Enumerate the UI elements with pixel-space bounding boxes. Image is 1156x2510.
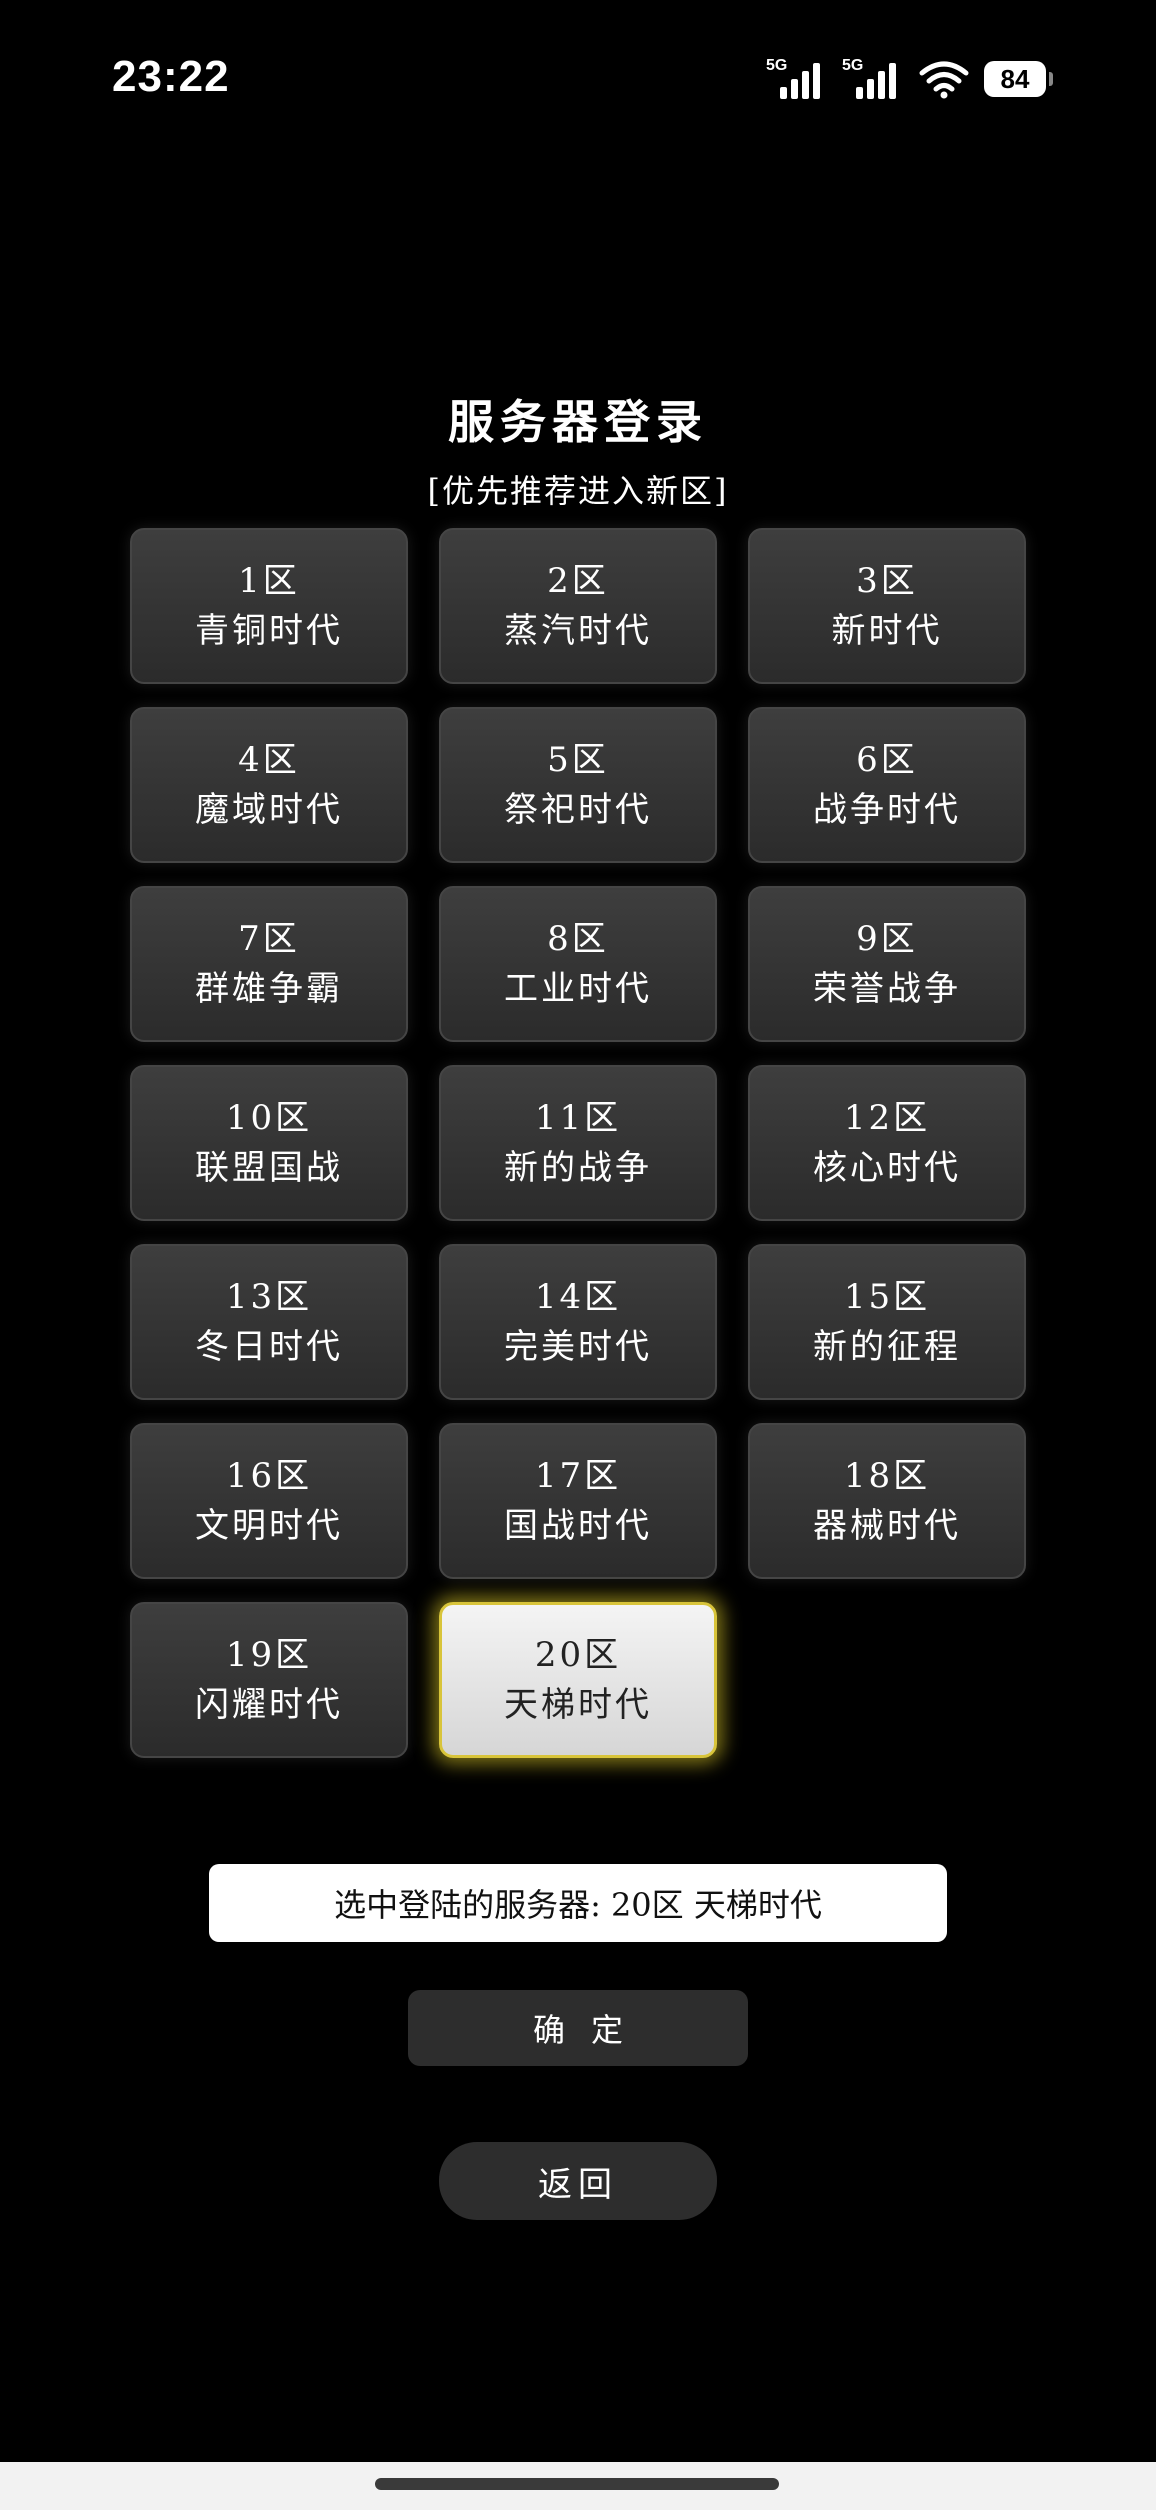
server-button[interactable]: 9区荣誉战争 <box>748 886 1026 1042</box>
server-name: 祭祀时代 <box>504 790 652 830</box>
server-number: 11区 <box>534 1098 622 1138</box>
server-name: 蒸汽时代 <box>504 611 652 651</box>
selected-server-label: 选中登陆的服务器: <box>334 1886 601 1924</box>
server-number: 6区 <box>856 740 918 780</box>
server-button[interactable]: 1区青铜时代 <box>130 528 408 684</box>
server-number: 19区 <box>225 1635 313 1675</box>
server-button[interactable]: 3区新时代 <box>748 528 1026 684</box>
server-button[interactable]: 4区魔域时代 <box>130 707 408 863</box>
server-name: 天梯时代 <box>504 1685 652 1725</box>
server-button[interactable]: 11区新的战争 <box>439 1065 717 1221</box>
server-button[interactable]: 7区群雄争霸 <box>130 886 408 1042</box>
server-number: 15区 <box>843 1277 931 1317</box>
server-button[interactable]: 18区器械时代 <box>748 1423 1026 1579</box>
server-name: 完美时代 <box>504 1327 652 1367</box>
server-number: 18区 <box>843 1456 931 1496</box>
server-number: 2区 <box>547 561 609 601</box>
server-button[interactable]: 19区闪耀时代 <box>130 1602 408 1758</box>
server-button[interactable]: 15区新的征程 <box>748 1244 1026 1400</box>
clock: 23:22 <box>112 52 230 101</box>
status-icons: 5G 5G 84 <box>766 56 1053 102</box>
server-button[interactable]: 17区国战时代 <box>439 1423 717 1579</box>
battery-icon: 84 <box>984 61 1053 97</box>
server-name: 新的征程 <box>813 1327 961 1367</box>
server-button[interactable]: 5区祭祀时代 <box>439 707 717 863</box>
server-number: 14区 <box>534 1277 622 1317</box>
server-name: 冬日时代 <box>195 1327 343 1367</box>
server-name: 器械时代 <box>813 1506 961 1546</box>
server-button[interactable]: 6区战争时代 <box>748 707 1026 863</box>
server-name: 战争时代 <box>813 790 961 830</box>
server-name: 新的战争 <box>504 1148 652 1188</box>
server-button[interactable]: 8区工业时代 <box>439 886 717 1042</box>
server-number: 16区 <box>225 1456 313 1496</box>
server-number: 17区 <box>534 1456 622 1496</box>
server-number: 8区 <box>547 919 609 959</box>
server-name: 青铜时代 <box>195 611 343 651</box>
navigation-bar <box>0 2462 1156 2510</box>
server-name: 荣誉战争 <box>813 969 961 1009</box>
server-number: 5区 <box>547 740 609 780</box>
server-name: 国战时代 <box>504 1506 652 1546</box>
server-button[interactable]: 2区蒸汽时代 <box>439 528 717 684</box>
server-button[interactable]: 13区冬日时代 <box>130 1244 408 1400</box>
server-name: 闪耀时代 <box>195 1685 343 1725</box>
home-indicator[interactable] <box>375 2478 779 2490</box>
server-button[interactable]: 14区完美时代 <box>439 1244 717 1400</box>
server-number: 12区 <box>843 1098 931 1138</box>
server-name: 核心时代 <box>813 1148 961 1188</box>
page-subtitle: [优先推荐进入新区] <box>427 472 729 510</box>
server-number: 20区 <box>534 1635 622 1675</box>
server-name: 联盟国战 <box>195 1148 343 1188</box>
wifi-icon <box>919 61 969 99</box>
server-number: 1区 <box>238 561 300 601</box>
server-number: 3区 <box>856 561 918 601</box>
server-grid: 1区 青铜时代 2区 蒸汽时代 3区 新时代 4区 魔域时代 5区 祭祀时代 6区 战争时代 7区 群雄争… <box>130 528 1026 1758</box>
selected-server-display: 选中登陆的服务器: 20区 天梯时代 <box>209 1864 947 1942</box>
page-title: 服务器登录 <box>448 395 708 449</box>
server-number: 4区 <box>238 740 300 780</box>
server-name: 群雄争霸 <box>195 969 343 1009</box>
server-number: 7区 <box>238 919 300 959</box>
cellular-signal-icon: 5G <box>766 57 828 101</box>
selected-server-value: 20区 天梯时代 <box>610 1886 822 1924</box>
server-name: 魔域时代 <box>195 790 343 830</box>
server-number: 13区 <box>225 1277 313 1317</box>
confirm-button[interactable]: 确定 <box>408 1990 748 2066</box>
server-button[interactable]: 10区联盟国战 <box>130 1065 408 1221</box>
status-bar: 23:22 5G 5G 84 <box>0 0 1156 160</box>
server-button[interactable]: 20区天梯时代 <box>439 1602 717 1758</box>
server-name: 工业时代 <box>504 969 652 1009</box>
server-name: 文明时代 <box>195 1506 343 1546</box>
server-button[interactable]: 16区文明时代 <box>130 1423 408 1579</box>
server-number: 9区 <box>856 919 918 959</box>
server-name: 新时代 <box>831 611 943 651</box>
cellular-signal-icon: 5G <box>842 57 904 101</box>
back-button[interactable]: 返回 <box>439 2142 717 2220</box>
server-number: 10区 <box>225 1098 313 1138</box>
server-button[interactable]: 12区核心时代 <box>748 1065 1026 1221</box>
